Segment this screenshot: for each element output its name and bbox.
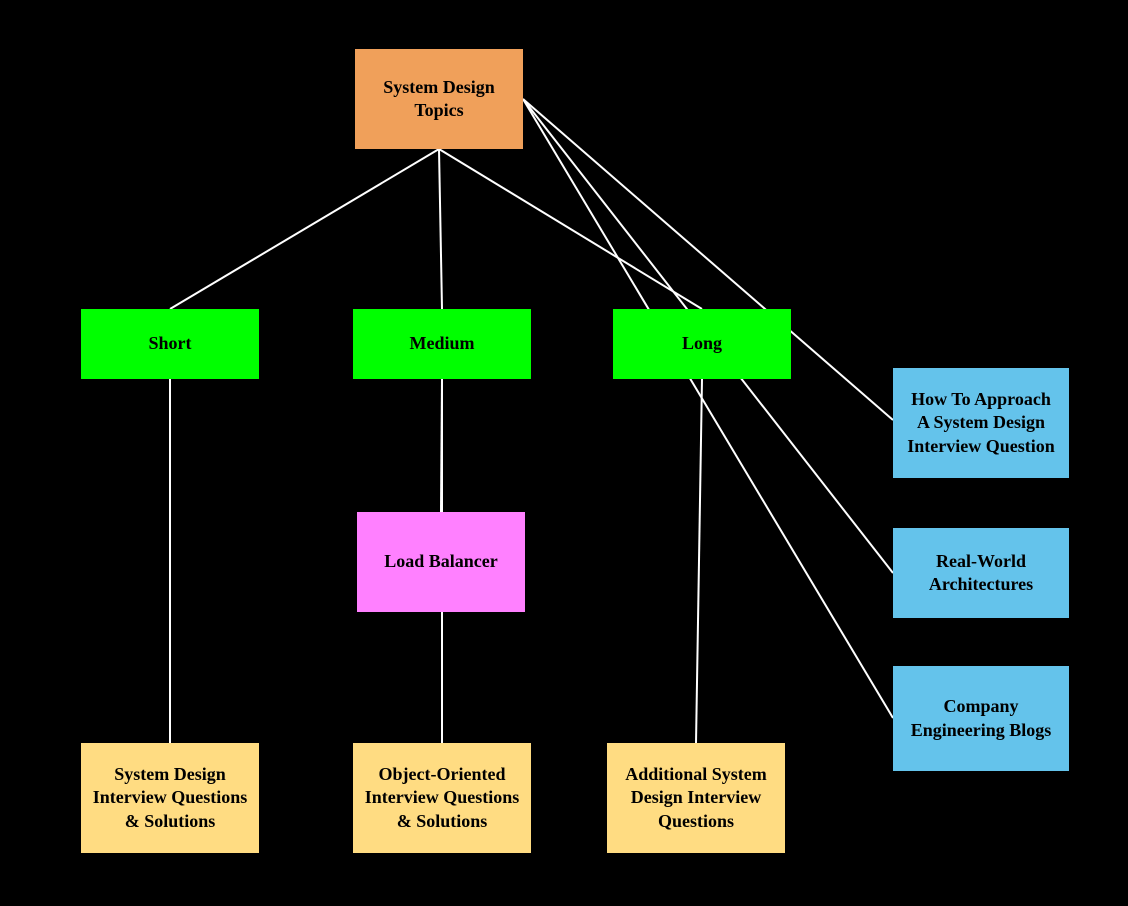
oo-interview-questions-node[interactable]: Object-Oriented Interview Questions & So… bbox=[353, 743, 531, 853]
real-world-node[interactable]: Real-World Architectures bbox=[893, 528, 1069, 618]
additional-sd-questions-node[interactable]: Additional System Design Interview Quest… bbox=[607, 743, 785, 853]
sd-interview-questions-label: System Design Interview Questions & Solu… bbox=[91, 763, 249, 833]
medium-label: Medium bbox=[410, 332, 475, 355]
short-label: Short bbox=[148, 332, 191, 355]
company-blogs-label: Company Engineering Blogs bbox=[903, 695, 1059, 742]
how-to-approach-label: How To Approach A System Design Intervie… bbox=[903, 388, 1059, 458]
oo-interview-questions-label: Object-Oriented Interview Questions & So… bbox=[363, 763, 521, 833]
short-node[interactable]: Short bbox=[81, 309, 259, 379]
system-design-topics-node[interactable]: System Design Topics bbox=[355, 49, 523, 149]
long-label: Long bbox=[682, 332, 722, 355]
how-to-approach-node[interactable]: How To Approach A System Design Intervie… bbox=[893, 368, 1069, 478]
company-blogs-node[interactable]: Company Engineering Blogs bbox=[893, 666, 1069, 771]
load-balancer-node[interactable]: Load Balancer bbox=[357, 512, 525, 612]
sd-interview-questions-node[interactable]: System Design Interview Questions & Solu… bbox=[81, 743, 259, 853]
real-world-label: Real-World Architectures bbox=[903, 550, 1059, 597]
additional-sd-questions-label: Additional System Design Interview Quest… bbox=[617, 763, 775, 833]
system-design-topics-label: System Design Topics bbox=[365, 76, 513, 123]
medium-node[interactable]: Medium bbox=[353, 309, 531, 379]
long-node[interactable]: Long bbox=[613, 309, 791, 379]
load-balancer-label: Load Balancer bbox=[384, 550, 498, 573]
